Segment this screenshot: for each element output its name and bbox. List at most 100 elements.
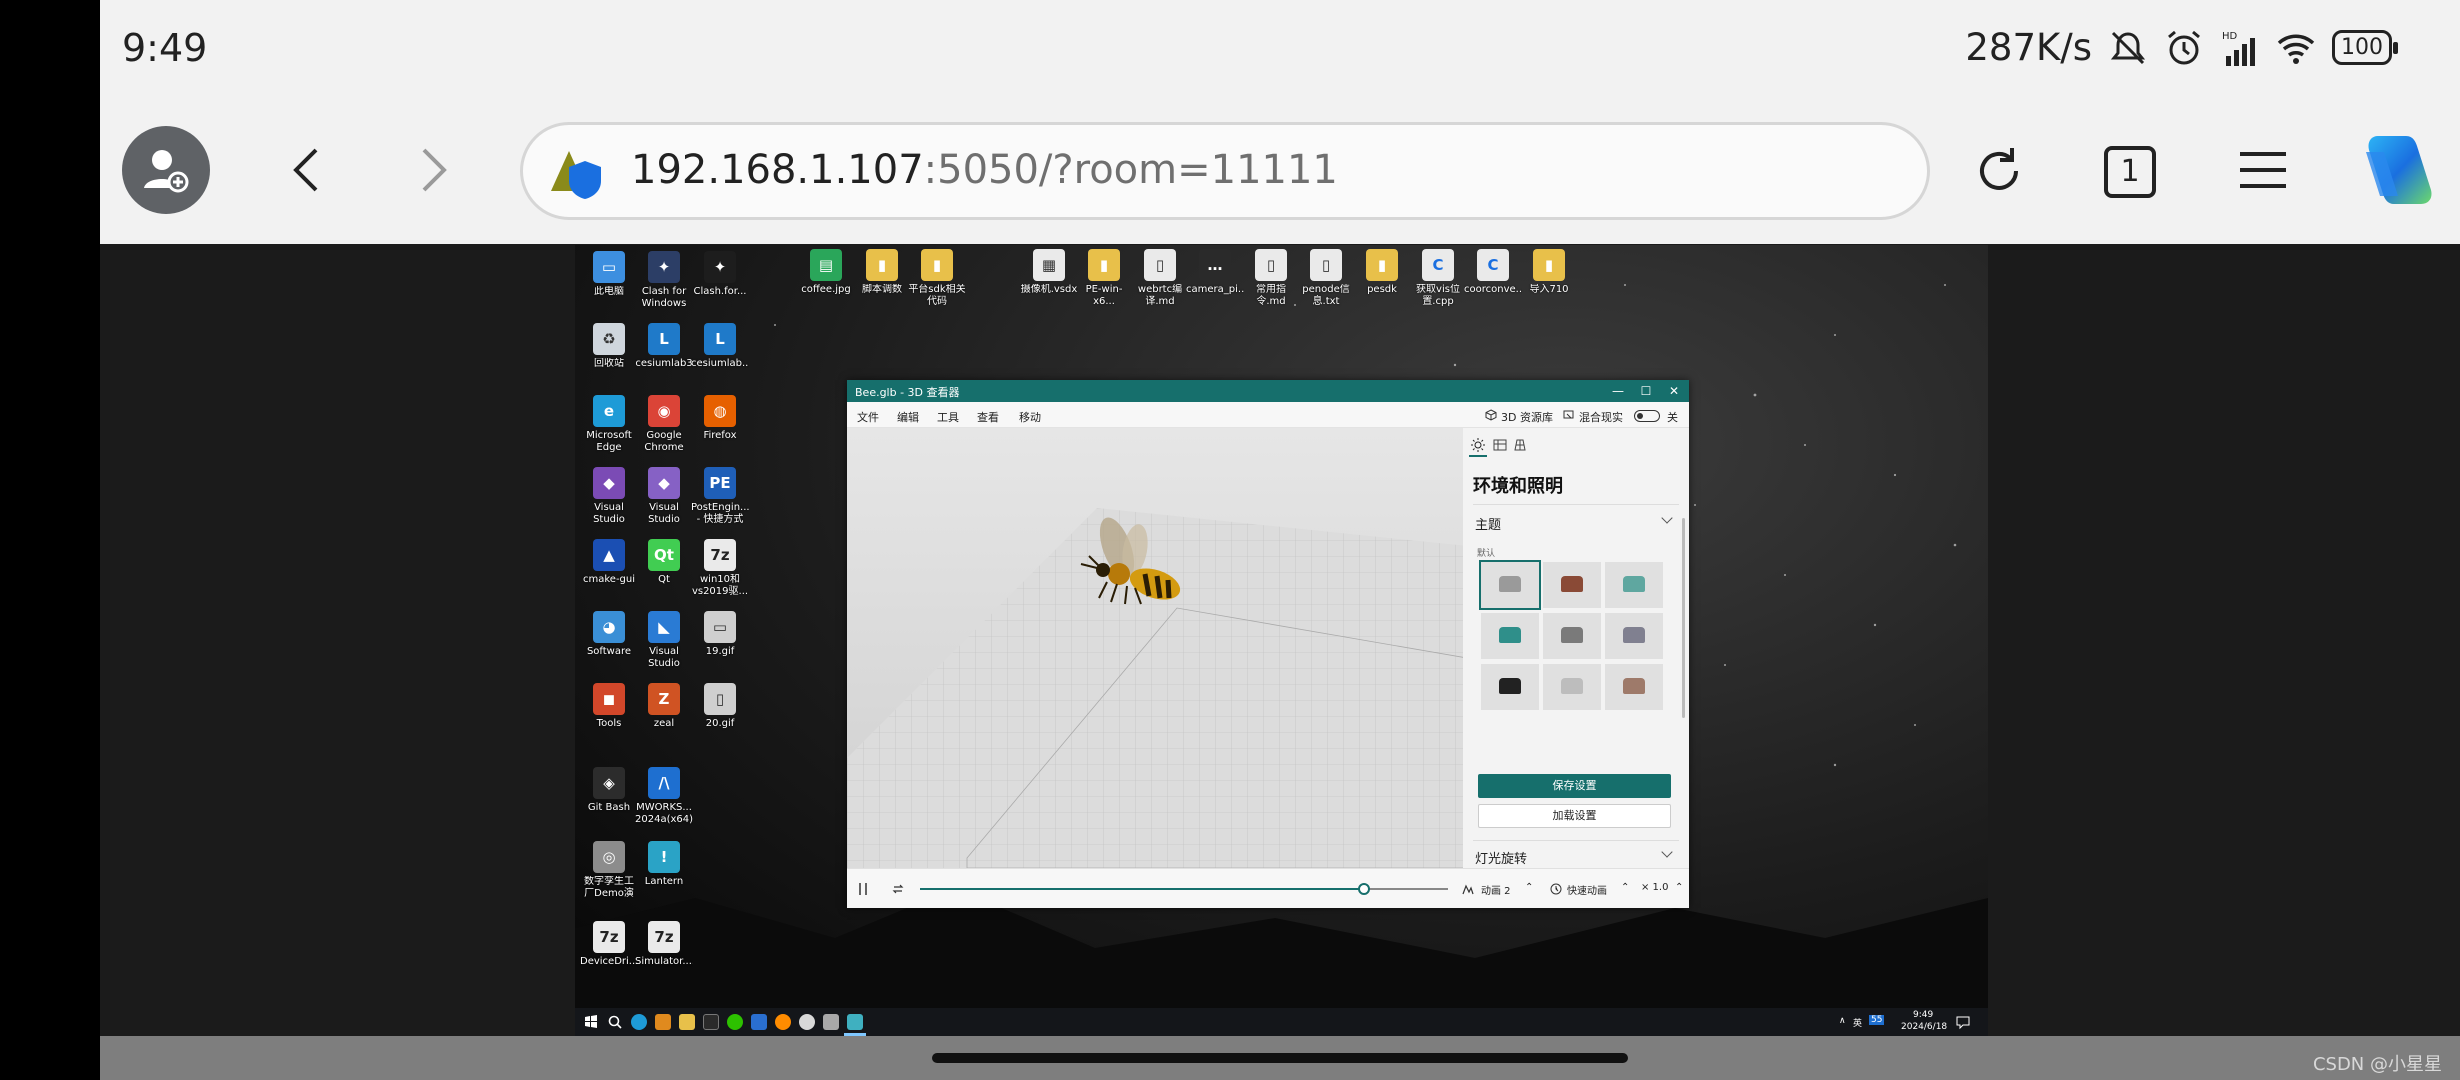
- desktop-icon[interactable]: ▮ 导入710: [1520, 249, 1578, 308]
- desktop-icon[interactable]: ♻ 回收站: [580, 323, 638, 382]
- grid-tab-icon[interactable]: [1513, 438, 1527, 452]
- theme-option[interactable]: [1605, 664, 1663, 710]
- desktop-icon[interactable]: ✦ Clash for Windows: [635, 251, 693, 310]
- search-icon[interactable]: [607, 1014, 623, 1030]
- 3d-scene-canvas[interactable]: [847, 428, 1463, 868]
- theme-option[interactable]: [1605, 613, 1663, 659]
- theme-option[interactable]: [1543, 613, 1601, 659]
- desktop-icon[interactable]: PE PostEngin... - 快捷方式: [691, 467, 749, 526]
- desktop-icon[interactable]: e Microsoft Edge: [580, 395, 638, 454]
- close-button[interactable]: ✕: [1661, 382, 1687, 400]
- chevron-up-icon[interactable]: ⌃: [1525, 882, 1533, 893]
- menu-tools[interactable]: 工具: [937, 409, 959, 425]
- url-text[interactable]: 192.168.1.107:5050/?room=11111: [631, 147, 1338, 193]
- chevron-up-icon[interactable]: ⌃: [1675, 882, 1683, 893]
- menu-icon[interactable]: [2238, 150, 2288, 190]
- window-titlebar[interactable]: Bee.glb - 3D 查看器 — ☐ ✕: [847, 380, 1689, 402]
- desktop-icon[interactable]: ▭ 此电脑: [580, 251, 638, 310]
- desktop-icon[interactable]: ▯ 20.gif: [691, 683, 749, 742]
- desktop-icon[interactable]: ▯ webrtc编译.md: [1131, 249, 1189, 308]
- desktop-icon[interactable]: ◎ 数字孪生工厂Demo演示: [580, 841, 638, 900]
- app-taskbar-icon[interactable]: [799, 1014, 815, 1030]
- 3d-viewer-taskbar-icon[interactable]: [847, 1014, 863, 1030]
- explorer-taskbar-icon[interactable]: [679, 1014, 695, 1030]
- desktop-icon[interactable]: /\ MWORKS... 2024a(x64): [635, 767, 693, 826]
- minimize-button[interactable]: —: [1605, 382, 1631, 400]
- wechat-taskbar-icon[interactable]: [727, 1014, 743, 1030]
- desktop-icon[interactable]: C 获取vis位置.cpp: [1409, 249, 1467, 308]
- start-icon[interactable]: [583, 1014, 599, 1030]
- desktop-icon[interactable]: ◍ Firefox: [691, 395, 749, 454]
- theme-option[interactable]: [1479, 560, 1541, 610]
- stats-tab-icon[interactable]: [1493, 438, 1507, 452]
- theme-section-header[interactable]: 主题: [1475, 514, 1501, 533]
- menu-edit[interactable]: 编辑: [897, 409, 919, 425]
- menu-move[interactable]: 移动: [1019, 409, 1041, 425]
- input-language[interactable]: 英: [1853, 1016, 1862, 1029]
- desktop-icon[interactable]: ▮ 平台sdk相关代码: [908, 249, 966, 308]
- desktop-icon[interactable]: ▤ coffee.jpg: [797, 249, 855, 308]
- desktop-icon[interactable]: ▲ cmake-gui: [580, 539, 638, 598]
- library-button[interactable]: 3D 资源库: [1501, 409, 1553, 425]
- chevron-down-icon[interactable]: [1661, 512, 1673, 524]
- theme-option[interactable]: [1605, 562, 1663, 608]
- desktop-icon[interactable]: Ccoorconve...: [1464, 249, 1522, 308]
- desktop-icon[interactable]: ◉ Google Chrome: [635, 395, 693, 454]
- desktop-icon[interactable]: Qt Qt: [635, 539, 693, 598]
- gesture-home-bar[interactable]: [932, 1053, 1628, 1063]
- theme-option[interactable]: [1543, 664, 1601, 710]
- timeline-thumb[interactable]: [1357, 883, 1370, 895]
- copilot-icon[interactable]: [2348, 126, 2438, 216]
- tray-badge[interactable]: 55: [1869, 1015, 1885, 1025]
- site-shield-icon[interactable]: [549, 147, 605, 201]
- taskbar-date[interactable]: 2024/6/18: [1901, 1022, 1947, 1032]
- tabs-button[interactable]: 1: [2104, 146, 2156, 198]
- menu-view[interactable]: 查看: [977, 409, 999, 425]
- chevron-up-icon[interactable]: ∧: [1839, 1016, 1846, 1026]
- desktop-icon[interactable]: ◕ Software: [580, 611, 638, 670]
- save-settings-button[interactable]: 保存设置: [1478, 774, 1671, 798]
- desktop-icon[interactable]: Lcesiumlab...: [691, 323, 749, 382]
- panel-scrollbar[interactable]: [1682, 518, 1685, 718]
- profile-add-button[interactable]: [122, 126, 210, 214]
- theme-option[interactable]: [1543, 562, 1601, 608]
- chevron-down-icon[interactable]: [1661, 846, 1673, 858]
- desktop-icon[interactable]: ✦ Clash.for...: [691, 251, 749, 310]
- desktop-icon[interactable]: … camera_pi...: [1186, 249, 1244, 308]
- app-taskbar-icon[interactable]: [655, 1014, 671, 1030]
- animation-selector[interactable]: 动画 2: [1481, 882, 1511, 897]
- loop-icon[interactable]: [891, 882, 905, 896]
- light-rotation-header[interactable]: 灯光旋转: [1475, 848, 1527, 867]
- load-settings-button[interactable]: 加载设置: [1478, 804, 1671, 828]
- desktop-icon[interactable]: ◆ Visual Studio 2019: [580, 467, 638, 526]
- desktop-icon[interactable]: ◈ Git Bash: [580, 767, 638, 826]
- terminal-taskbar-icon[interactable]: [703, 1014, 719, 1030]
- desktop-icon[interactable]: ◼ Tools: [580, 683, 638, 742]
- speed-selector[interactable]: × 1.0: [1641, 882, 1668, 893]
- fast-animation-selector[interactable]: 快速动画: [1567, 882, 1607, 897]
- desktop-icon[interactable]: ▮ 脚本调数: [853, 249, 911, 308]
- animation-timeline[interactable]: [920, 883, 1448, 895]
- notification-icon[interactable]: [1955, 1014, 1971, 1030]
- theme-option[interactable]: [1481, 613, 1539, 659]
- maximize-button[interactable]: ☐: [1633, 382, 1659, 400]
- desktop-icon[interactable]: ▦ 摄像机.vsdx: [1020, 249, 1078, 308]
- back-icon[interactable]: [278, 140, 338, 200]
- desktop-icon[interactable]: 7z Simulator....: [635, 921, 693, 980]
- 3d-viewer-window[interactable]: Bee.glb - 3D 查看器 — ☐ ✕ 文件 编辑 工具 查看 移动 3D…: [847, 380, 1689, 908]
- forward-icon[interactable]: [402, 140, 462, 200]
- chevron-up-icon[interactable]: ⌃: [1621, 882, 1629, 893]
- desktop-icon[interactable]: ▯ 常用指令.md: [1242, 249, 1300, 308]
- desktop-icon[interactable]: ◣ Visual Studio Code: [635, 611, 693, 670]
- app-taskbar-icon[interactable]: [751, 1014, 767, 1030]
- desktop-icon[interactable]: 7z win10和vs2019驱...: [691, 539, 749, 598]
- desktop-icon[interactable]: ▭ 19.gif: [691, 611, 749, 670]
- sun-tab-icon[interactable]: [1471, 438, 1485, 452]
- address-bar[interactable]: 192.168.1.107:5050/?room=11111: [520, 122, 1930, 220]
- desktop-icon[interactable]: Zzeal: [635, 683, 693, 742]
- desktop-icon[interactable]: ▮ pesdk: [1353, 249, 1411, 308]
- menu-file[interactable]: 文件: [857, 409, 879, 425]
- mixed-reality-toggle[interactable]: [1634, 410, 1660, 422]
- desktop-icon[interactable]: 7z DeviceDri...: [580, 921, 638, 980]
- app-taskbar-icon[interactable]: [823, 1014, 839, 1030]
